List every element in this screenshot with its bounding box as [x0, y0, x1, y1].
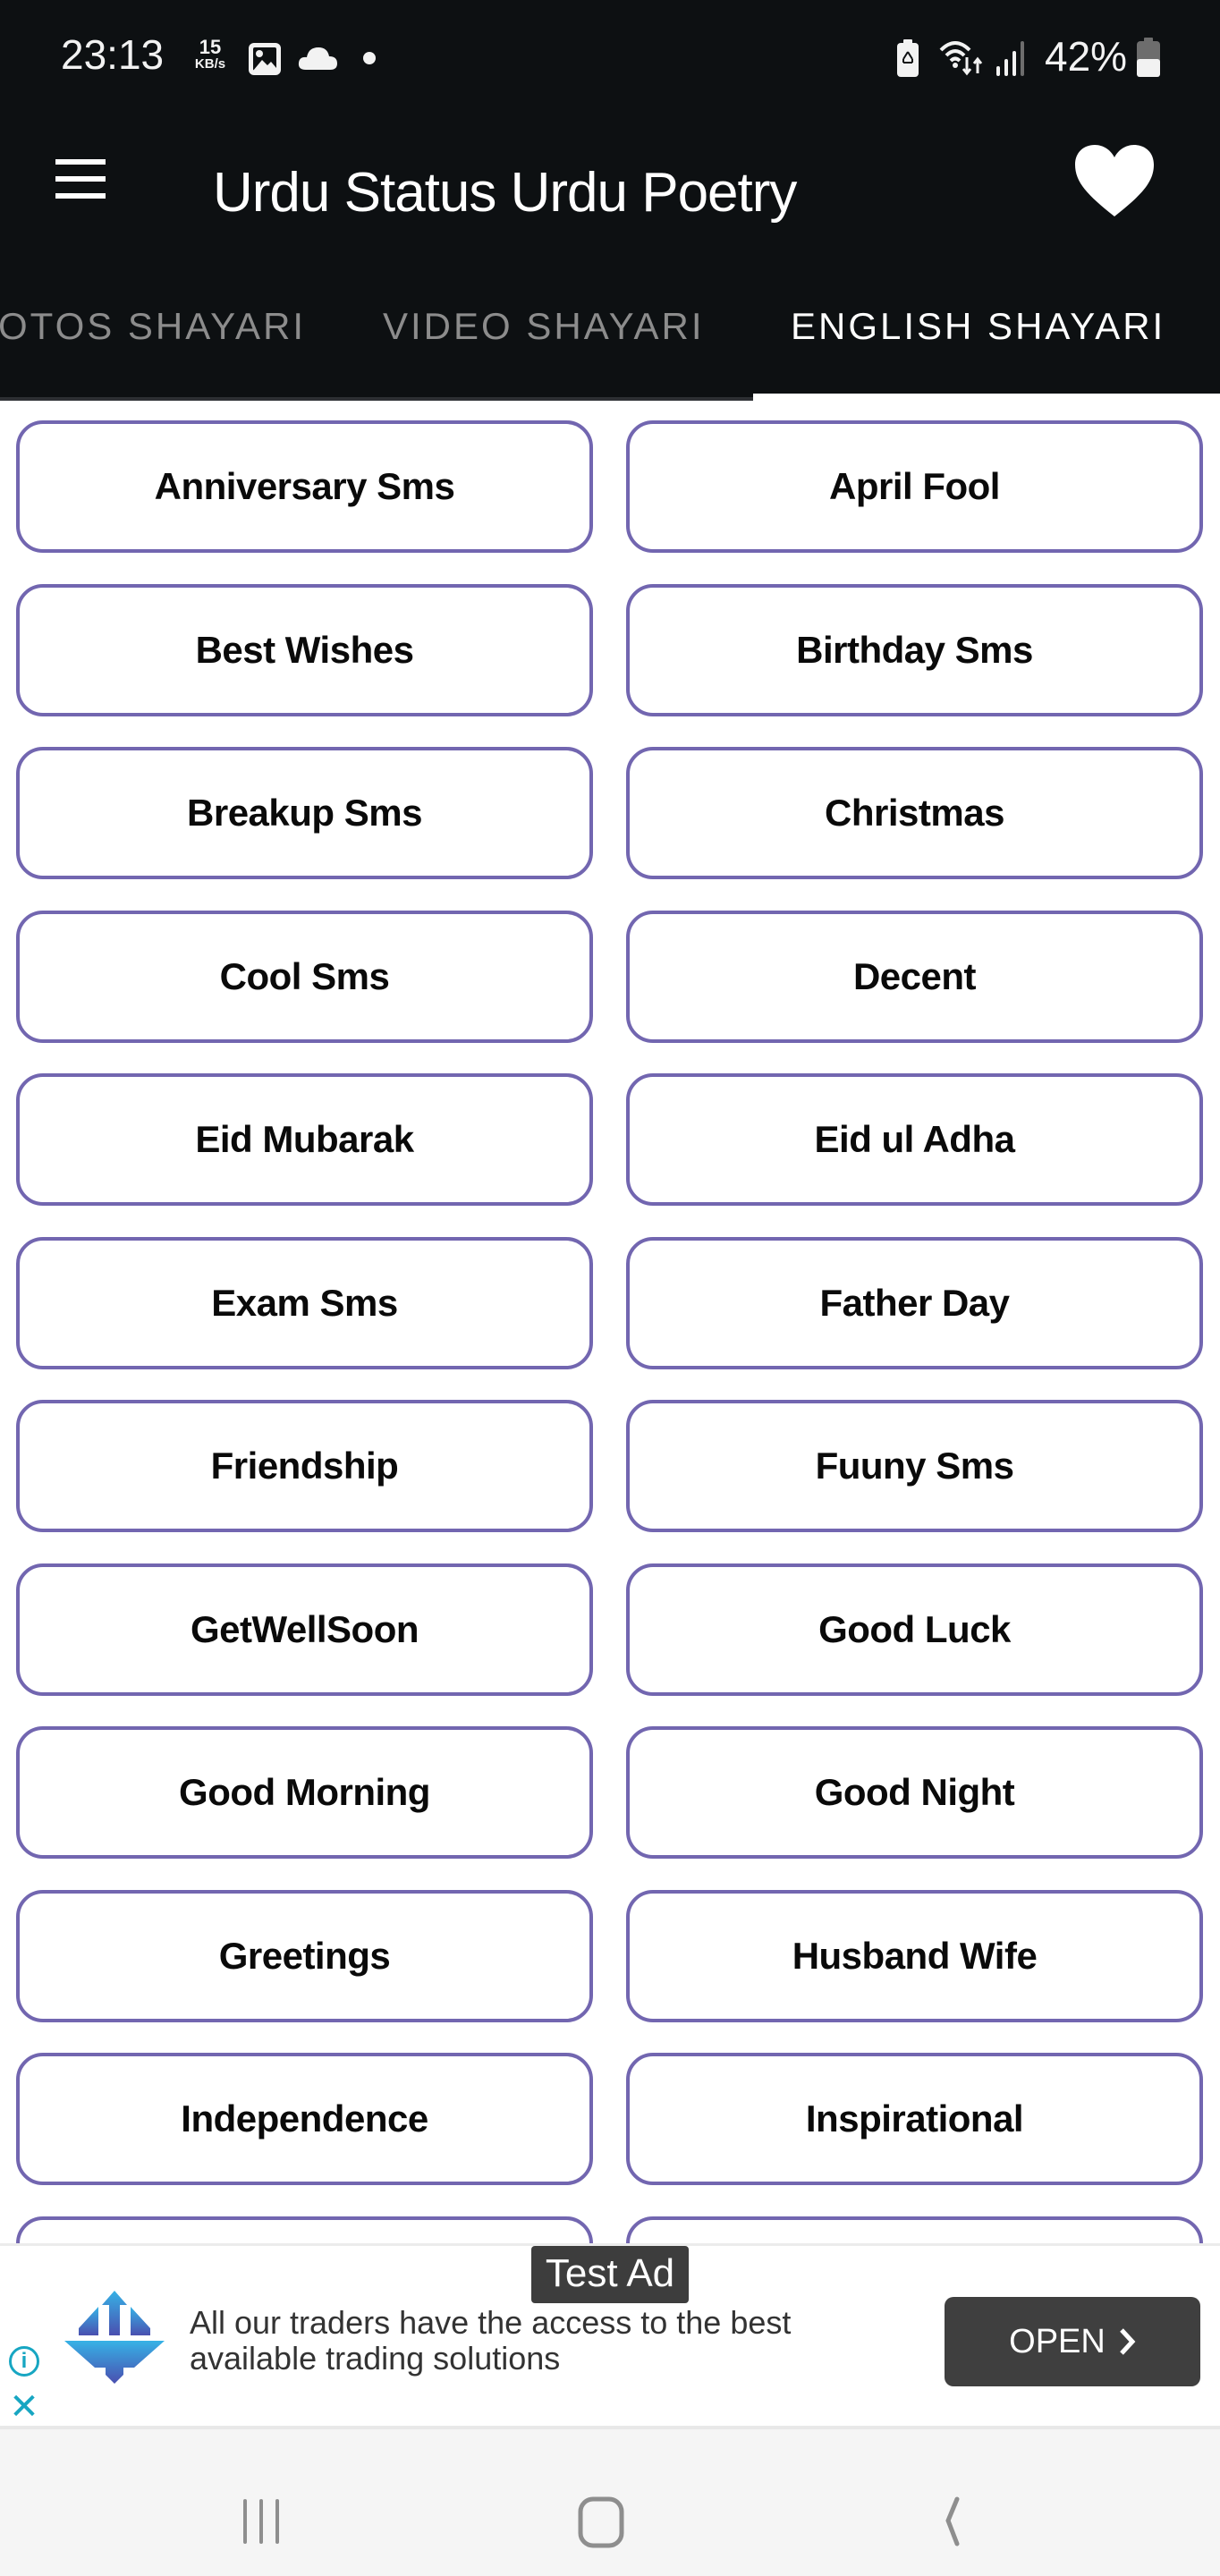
ad-open-label: OPEN: [1009, 2322, 1106, 2360]
category-button[interactable]: Husband Wife: [626, 1889, 1203, 2022]
category-button[interactable]: Decent: [626, 910, 1203, 1043]
notification-dot-icon: [363, 52, 376, 64]
category-button[interactable]: Good Luck: [626, 1563, 1203, 1696]
home-icon: [578, 2496, 624, 2548]
app-title: Urdu Status Urdu Poetry: [213, 162, 797, 224]
ad-text: All our traders have the access to the b…: [190, 2304, 792, 2377]
cloud-icon: [298, 47, 337, 70]
home-button[interactable]: [550, 2465, 657, 2555]
tab-english-shayari[interactable]: ENGLISH SHAYARI: [791, 286, 1165, 394]
hamburger-menu-icon-line: [55, 176, 106, 182]
favorites-button[interactable]: [1070, 141, 1159, 222]
info-icon[interactable]: i: [9, 2346, 39, 2377]
tab-video-shayari[interactable]: VIDEO SHAYARI: [383, 286, 705, 394]
ad-logo-icon: [64, 2291, 165, 2384]
tab-photos-shayari[interactable]: OTOS SHAYARI: [0, 286, 306, 394]
signal-icon: [996, 41, 1024, 76]
category-button[interactable]: Fuuny Sms: [626, 1400, 1203, 1532]
active-tab-indicator: [753, 394, 1220, 401]
category-button[interactable]: Good Night: [626, 1726, 1203, 1859]
network-speed: 15 KB/s: [188, 36, 233, 72]
ad-open-button[interactable]: OPEN: [945, 2297, 1200, 2386]
category-button[interactable]: Christmas: [626, 747, 1203, 879]
back-button[interactable]: [893, 2465, 1000, 2555]
category-button[interactable]: April Fool: [626, 420, 1203, 553]
recents-button[interactable]: [209, 2465, 317, 2555]
tab-bar: OTOS SHAYARI VIDEO SHAYARI ENGLISH SHAYA…: [0, 286, 1220, 401]
category-button[interactable]: [626, 2216, 1203, 2243]
battery-icon: [1137, 38, 1160, 77]
close-icon[interactable]: ✕: [9, 2389, 39, 2425]
test-ad-badge: Test Ad: [531, 2246, 689, 2303]
ad-banner[interactable]: Test Ad i ✕ All our traders have the acc…: [0, 2243, 1220, 2429]
category-button[interactable]: [16, 2216, 593, 2243]
back-icon: [945, 2496, 960, 2546]
network-speed-value: 15: [199, 36, 222, 58]
chevron-right-icon: [1120, 2328, 1136, 2355]
category-button[interactable]: Eid Mubarak: [16, 1073, 593, 1206]
category-grid: Anniversary Sms April Fool Best Wishes Birt…: [0, 401, 1220, 2243]
network-speed-unit: KB/s: [194, 56, 226, 72]
status-bar: 23:13 15 KB/s 42%: [0, 0, 1220, 118]
system-nav-bar: [0, 2429, 1220, 2576]
battery-percent: 42%: [1045, 33, 1128, 80]
category-button[interactable]: Eid ul Adha: [626, 1073, 1203, 1206]
wifi-icon: [939, 41, 983, 76]
gallery-icon: [249, 43, 281, 75]
status-time: 23:13: [61, 31, 165, 78]
heart-icon: [1075, 145, 1154, 216]
category-button[interactable]: Anniversary Sms: [16, 420, 593, 553]
category-button[interactable]: Friendship: [16, 1400, 593, 1532]
category-button[interactable]: Breakup Sms: [16, 747, 593, 879]
category-button[interactable]: Independence: [16, 2053, 593, 2185]
category-button[interactable]: Inspirational: [626, 2053, 1203, 2185]
hamburger-menu-icon-line: [55, 193, 106, 199]
hamburger-menu-icon: [55, 159, 106, 165]
category-button[interactable]: Best Wishes: [16, 583, 593, 716]
category-button[interactable]: Good Morning: [16, 1726, 593, 1859]
category-button[interactable]: Cool Sms: [16, 910, 593, 1043]
recents-icon: [243, 2499, 279, 2544]
category-button[interactable]: Exam Sms: [16, 1236, 593, 1369]
category-button[interactable]: GetWellSoon: [16, 1563, 593, 1696]
category-button[interactable]: Father Day: [626, 1236, 1203, 1369]
category-button[interactable]: Birthday Sms: [626, 583, 1203, 716]
menu-button[interactable]: [50, 152, 114, 206]
category-button[interactable]: Greetings: [16, 1889, 593, 2022]
battery-saver-icon: [897, 39, 919, 77]
